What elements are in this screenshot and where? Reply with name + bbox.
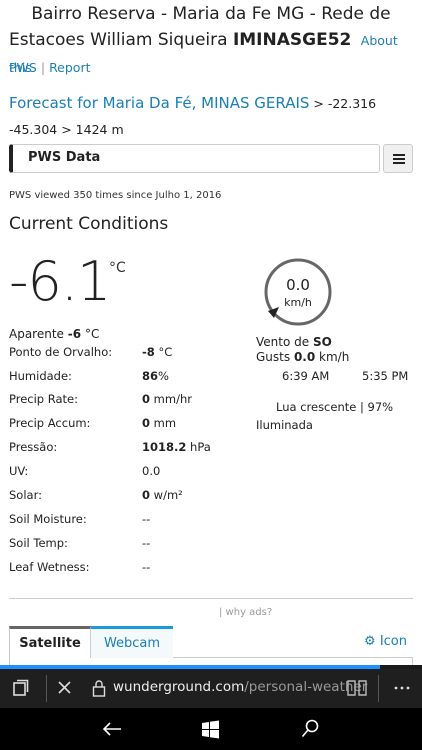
row-label: Humidade: [9, 369, 72, 383]
why-ads-link[interactable]: | why ads? [219, 607, 272, 618]
row-label: UV: [9, 464, 29, 478]
web-page: Bairro Reserva - Maria da Fe MG - Rede d… [0, 0, 422, 668]
browser-address-bar: wunderground.com/personal-weather [0, 669, 422, 708]
tab-webcam[interactable]: Webcam [91, 626, 173, 658]
row-value: 1018.2 hPa [142, 440, 211, 454]
pws-data-selector[interactable]: PWS Data [9, 144, 380, 173]
row-value: 0.0 [142, 464, 161, 478]
station-id: IMINASGE52 [232, 30, 352, 50]
pws-data-label: PWS Data [28, 150, 101, 165]
row-label: Soil Temp: [9, 536, 68, 550]
back-icon[interactable] [102, 721, 122, 737]
moon-illumination: Iluminada [256, 418, 313, 432]
row-value: 0 mm/hr [142, 392, 192, 406]
row-value: -- [142, 536, 151, 550]
row-value: 0 w/m² [142, 488, 183, 502]
station-title-line1: Bairro Reserva - Maria da Fe MG - Rede d… [31, 4, 391, 24]
feels-like-unit: °C [84, 327, 100, 341]
sunset-time: 5:35 PM [362, 369, 409, 383]
wind-speed-value: 0.0 [286, 276, 310, 294]
gear-icon: ⚙ [364, 634, 376, 649]
search-icon[interactable] [301, 719, 319, 739]
temperature-value: -6.1 [9, 250, 111, 313]
pws-link[interactable]: PWS [9, 60, 37, 75]
hamburger-menu-button[interactable] [383, 144, 413, 173]
current-conditions-title: Current Conditions [9, 214, 169, 234]
reading-view-icon[interactable] [346, 679, 368, 697]
toolbar-divider [46, 675, 47, 702]
feels-like-label: Aparente [9, 327, 64, 341]
icon-settings-link[interactable]: ⚙ Icon [364, 634, 407, 649]
more-options-icon[interactable] [394, 686, 410, 690]
row-label: Ponto de Orvalho: [9, 345, 113, 359]
forecast-coords: > -22.316 [313, 96, 377, 111]
close-icon[interactable] [57, 680, 72, 695]
row-label: Pressão: [9, 440, 58, 454]
row-label: Soil Moisture: [9, 512, 87, 526]
wind-direction-value: SO [312, 335, 332, 349]
media-tabs: Satellite Webcam ⚙ Icon [9, 626, 413, 658]
view-count-text: PWS viewed 350 times since Julho 1, 2016 [9, 190, 222, 201]
url-field[interactable]: wunderground.com/personal-weather [113, 679, 367, 695]
row-label: Precip Accum: [9, 416, 91, 430]
station-title-line2: Estacoes William Siqueira [9, 30, 228, 50]
row-label: Leaf Wetness: [9, 560, 90, 574]
windows-start-icon[interactable] [201, 720, 220, 739]
moon-phase: Lua crescente | 97% [276, 400, 394, 414]
wind-gusts: Gusts 0.0 km/h [256, 350, 350, 364]
separator: | [40, 60, 46, 75]
ad-divider [9, 598, 413, 599]
forecast-link[interactable]: Forecast for Maria Da Fé, MINAS GERAIS [9, 94, 309, 112]
station-links: PWS | Report [9, 60, 91, 75]
feels-like-value: -6 [67, 327, 82, 341]
sunrise-time: 6:39 AM [282, 369, 330, 383]
tab-satellite[interactable]: Satellite [9, 626, 91, 658]
wind-direction: Vento de SO [256, 335, 332, 349]
feels-like: Aparente -6 °C [9, 327, 99, 341]
row-value: -8 °C [142, 345, 173, 359]
temperature-unit: °C [109, 260, 126, 276]
gusts-value: 0.0 [293, 350, 316, 364]
row-value: 0 mm [142, 416, 177, 430]
url-host: wunderground.com [113, 679, 245, 695]
system-navigation-bar [0, 708, 422, 750]
row-label: Solar: [9, 488, 42, 502]
row-value: -- [142, 512, 151, 526]
toolbar-divider [378, 675, 379, 702]
wind-speed-unit: km/h [284, 296, 312, 309]
report-link[interactable]: Report [49, 60, 90, 75]
row-value: 86% [142, 369, 169, 383]
lock-icon [92, 680, 106, 697]
tabs-icon[interactable] [12, 679, 30, 697]
forecast-info: Forecast for Maria Da Fé, MINAS GERAIS >… [9, 90, 413, 143]
forecast-coords-elevation: -45.304 > 1424 m [9, 122, 124, 137]
row-value: -- [142, 560, 151, 574]
row-label: Precip Rate: [9, 392, 78, 406]
